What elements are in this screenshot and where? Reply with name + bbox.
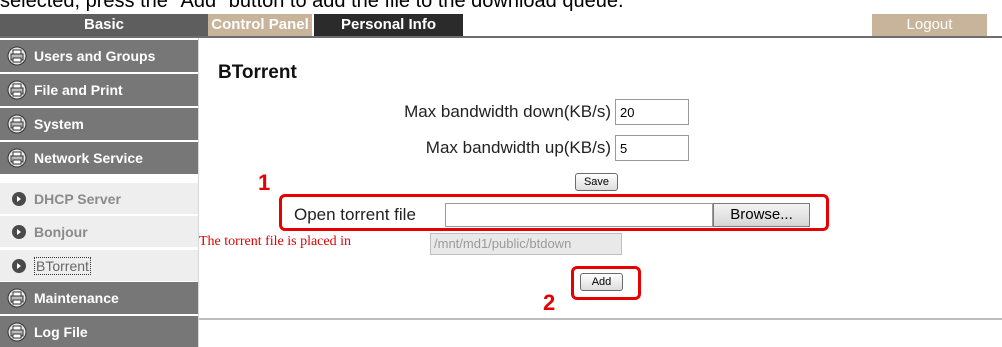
sidebar-item-btorrent[interactable]: BTorrent [0,250,198,282]
sidebar-item-maintenance[interactable]: Maintenance [0,282,198,314]
sidebar-item-users-and-groups[interactable]: Users and Groups [0,40,198,72]
sidebar-item-label: Log File [34,324,88,340]
printer-icon [6,113,28,135]
sidebar-item-label: Bonjour [34,223,88,240]
sidebar-item-dhcp-server[interactable]: DHCP Server [0,183,198,215]
placement-label: The torrent file is placed in [199,234,351,249]
sidebar-item-network-service[interactable]: Network Service [0,142,198,174]
arrow-right-icon [12,224,26,239]
bandwidth-up-input[interactable] [615,135,689,161]
annotation-marker-2: 2 [543,290,556,315]
save-button[interactable]: Save [575,173,618,191]
sidebar-item-file-and-print[interactable]: File and Print [0,74,198,106]
download-path-field: /mnt/md1/public/btdown [430,233,622,255]
printer-icon [6,79,28,101]
sidebar-item-bonjour[interactable]: Bonjour [0,216,198,248]
printer-icon [6,147,28,169]
sidebar-item-label: System [34,116,84,132]
sidebar-item-label: DHCP Server [34,190,121,207]
sidebar-item-label: Users and Groups [34,48,156,64]
sidebar-item-log-file[interactable]: Log File [0,316,198,347]
page-title: BTorrent [218,62,297,83]
tab-control-panel[interactable]: Control Panel [208,14,312,36]
bandwidth-up-label: Max bandwidth up(KB/s) [425,138,611,157]
torrent-file-input[interactable] [445,203,713,227]
printer-icon [6,321,28,343]
content-divider [199,318,1002,320]
bandwidth-down-input[interactable] [615,99,689,125]
sidebar-item-label: Maintenance [34,290,119,306]
logout-button[interactable]: Logout [872,14,987,36]
annotation-marker-1: 1 [258,170,271,195]
bandwidth-down-label: Max bandwidth down(KB/s) [404,102,611,121]
sidebar-item-system[interactable]: System [0,108,198,140]
tab-personal-info[interactable]: Personal Info [313,14,463,36]
printer-icon [6,45,28,67]
browse-button[interactable]: Browse... [713,203,810,227]
sidebar-item-label: Network Service [34,150,143,166]
instruction-caption: selected, press the "Add" button to add … [0,0,624,12]
sidebar-divider [198,38,199,347]
open-torrent-label: Open torrent file [294,205,416,224]
tab-basic[interactable]: Basic [0,14,208,36]
printer-icon [6,287,28,309]
top-nav: Basic Control Panel Personal Info Logout [0,14,1002,36]
sidebar-item-label: File and Print [34,82,123,98]
add-button[interactable]: Add [580,273,623,291]
sidebar-item-label: BTorrent [34,256,91,275]
sidebar: Users and Groups File and Print System N… [0,38,198,347]
arrow-right-icon [12,258,26,273]
arrow-right-icon [12,191,26,206]
